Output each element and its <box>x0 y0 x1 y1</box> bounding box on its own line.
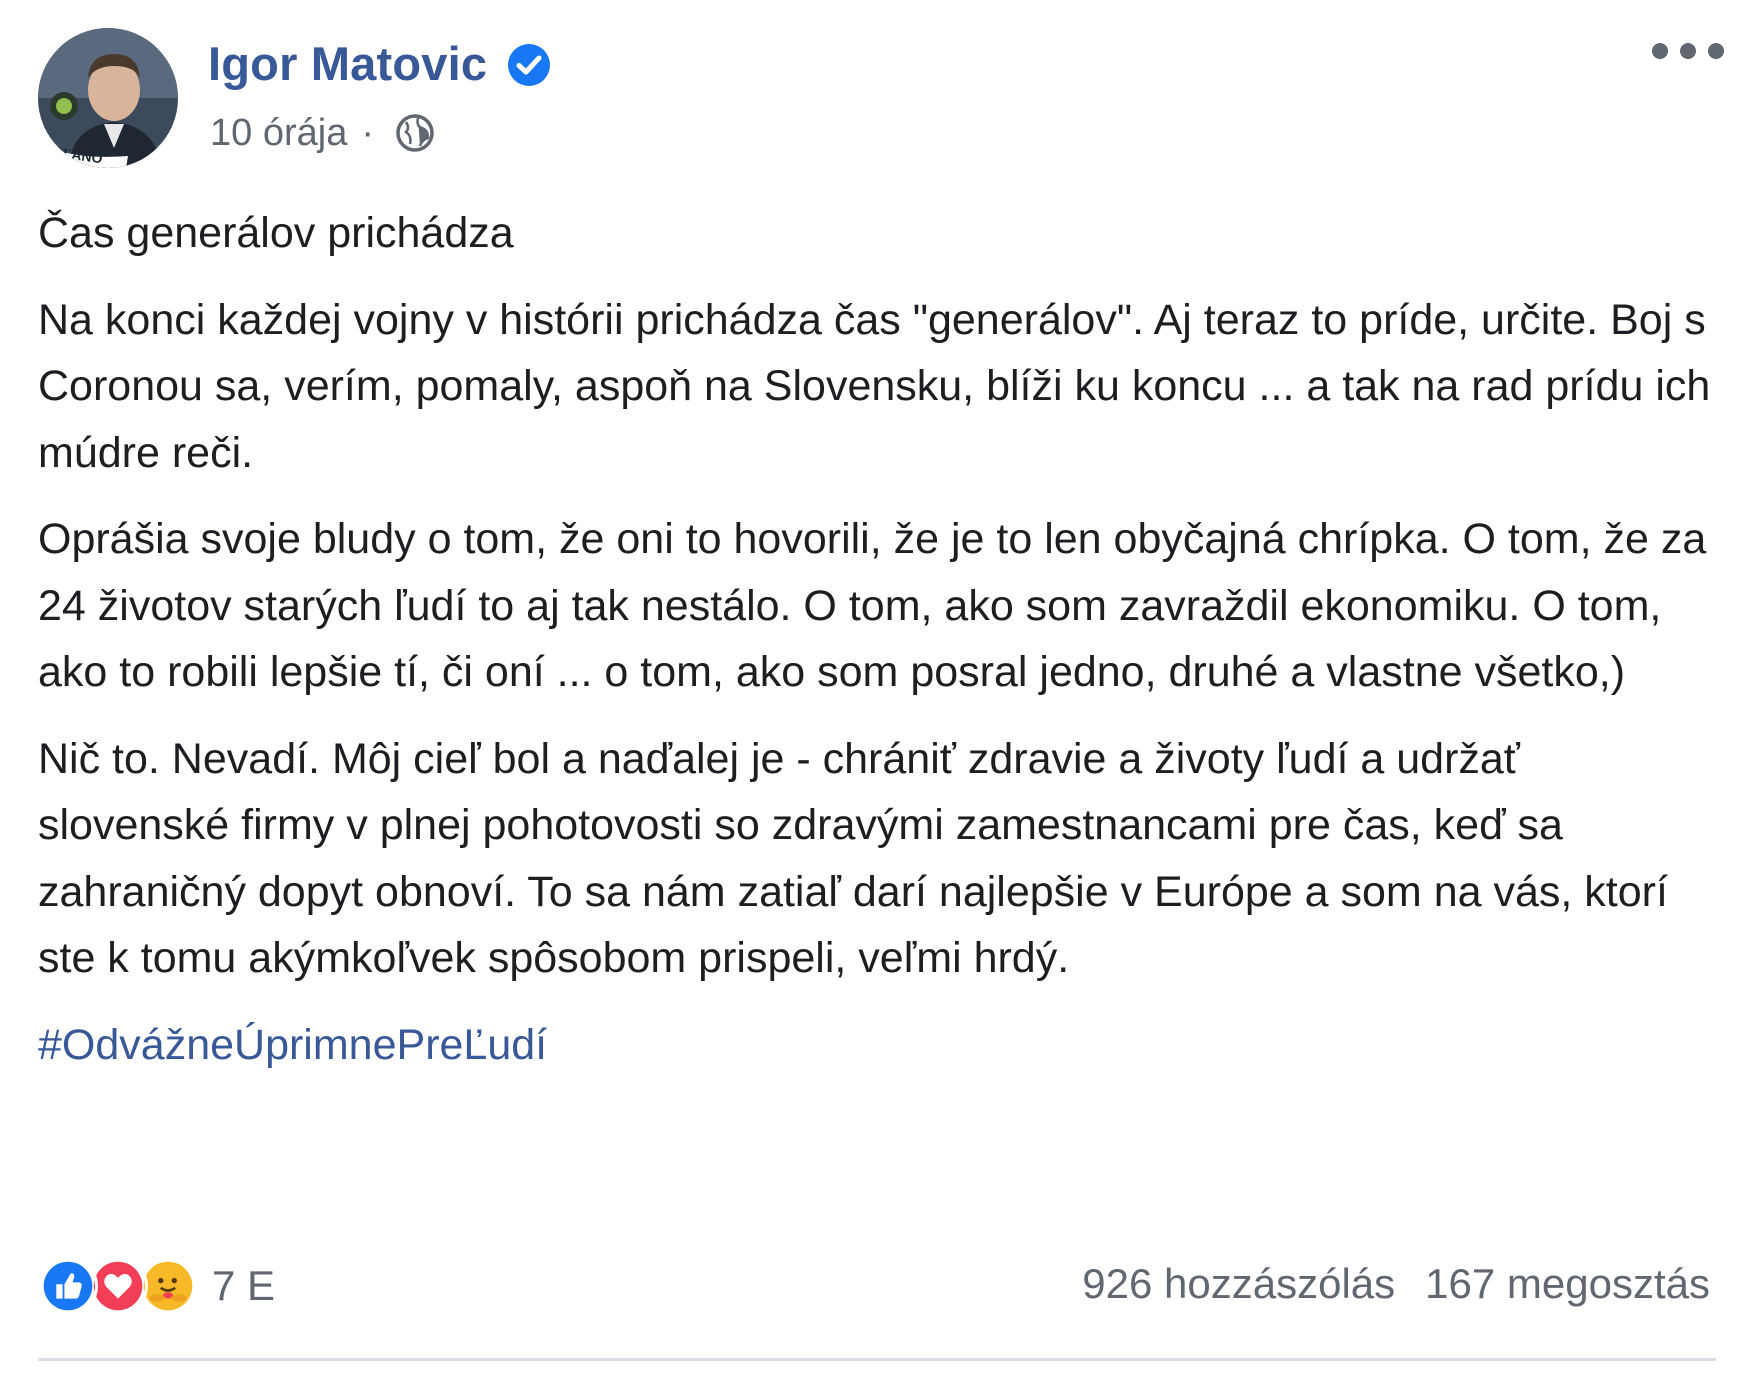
author-avatar[interactable]: OĽANO <box>38 28 178 168</box>
comments-count-link[interactable]: 926 hozzászólás <box>1082 1260 1395 1308</box>
post-timestamp[interactable]: 10 órája <box>210 112 347 155</box>
reactions-summary[interactable]: 7 E <box>38 1255 275 1317</box>
post-paragraph: Oprášia svoje bludy o tom, že oni to hov… <box>38 515 1707 696</box>
post-paragraph: Čas generálov prichádza <box>38 209 514 257</box>
more-dot <box>1708 43 1724 59</box>
like-reaction-icon <box>38 1256 98 1316</box>
meta-separator: · <box>361 111 374 154</box>
post-stats: 926 hozzászólás 167 megosztás <box>1082 1260 1710 1308</box>
post-paragraph: Na konci každej vojny v histórii prichád… <box>38 295 1711 477</box>
hashtag-link[interactable]: #OdvážneÚprimnePreĽudí <box>38 1021 547 1069</box>
post-meta: 10 órája · <box>210 108 436 158</box>
post-paragraph: Nič to. Nevadí. Môj cieľ bol a naďalej j… <box>38 734 1668 983</box>
avatar-photo-icon: OĽANO <box>38 28 178 168</box>
more-options-button[interactable] <box>1652 36 1724 66</box>
footer-divider <box>38 1358 1716 1361</box>
more-dot <box>1680 43 1696 59</box>
shares-count-link[interactable]: 167 megosztás <box>1425 1260 1710 1308</box>
globe-icon[interactable] <box>394 112 436 154</box>
reaction-count: 7 E <box>212 1262 276 1309</box>
author-name-link[interactable]: Igor Matovic <box>208 36 487 91</box>
more-dot <box>1652 43 1668 59</box>
facebook-post: OĽANO Igor Matovic 10 órája · Čas generá… <box>0 0 1740 1378</box>
verified-badge-icon <box>508 44 550 86</box>
post-content: Čas generálov prichádza Na konci každej … <box>38 200 1723 1098</box>
